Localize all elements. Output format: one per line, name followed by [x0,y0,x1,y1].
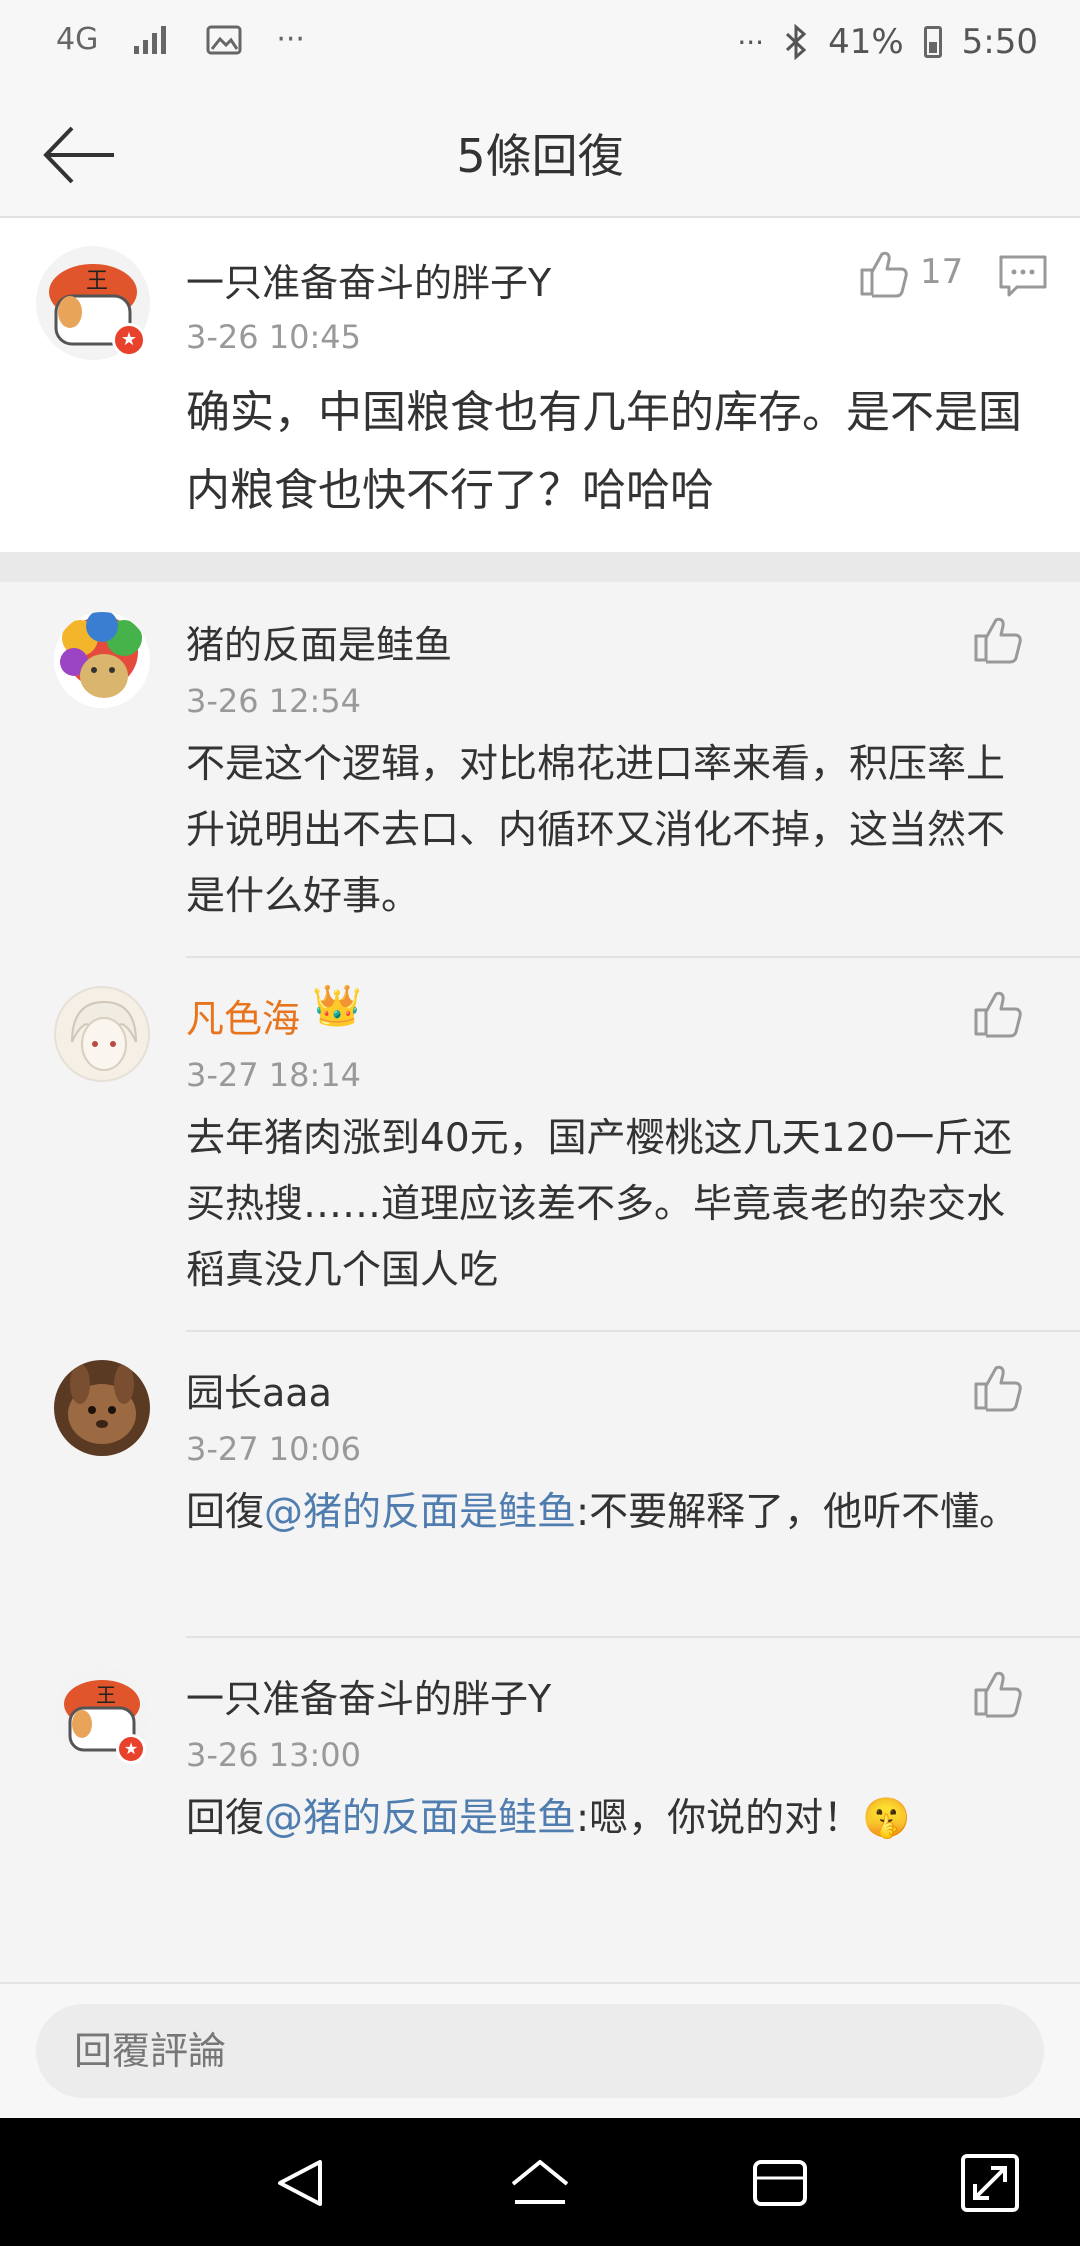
avatar[interactable] [54,986,150,1082]
crown-badge-icon: 👑 [312,983,362,1029]
reply-prefix: 回復 [186,1796,265,1841]
svg-text:王: 王 [86,269,108,294]
reply-icon[interactable] [996,248,1050,302]
clock: 5:50 [961,22,1038,62]
like-icon[interactable] [856,246,910,300]
reply-text: 回復@猪的反面是鲑鱼:不要解释了，他听不懂。 [186,1480,1036,1546]
network-indicator: 4G [56,22,99,57]
avatar[interactable] [54,612,150,708]
like-icon[interactable] [970,1666,1024,1720]
reply-input-bar: 回覆評論 [0,1982,1080,2118]
reply-text: 不是这个逻辑，对比棉花进口率来看，积压率上升说明出不去口、内循环又消化不掉，这当… [186,742,1006,919]
shush-emoji-icon: 🤫 [862,1796,911,1841]
home-icon[interactable] [505,2148,575,2218]
back-icon[interactable] [266,2148,336,2218]
avatar[interactable] [54,1360,150,1456]
reply-text: 回復@猪的反面是鲑鱼:嗯，你说的对！🤫 [186,1786,1036,1852]
comment-author[interactable]: 一只准备奋斗的胖子Y [186,252,551,307]
reply-content: :嗯，你说的对！ [576,1796,863,1841]
reply-input[interactable]: 回覆評論 [36,2004,1044,2098]
bluetooth-icon [786,24,807,60]
reply-author[interactable]: 园长aaa [186,1362,332,1417]
verified-badge-icon: ★ [112,323,146,357]
more-icon: ··· [276,22,305,57]
recent-apps-icon[interactable] [745,2148,815,2218]
expand-icon[interactable] [955,2148,1025,2218]
reply-list: 猪的反面是鲑鱼 3-26 12:54 不是这个逻辑，对比棉花进口率来看，积压率上… [0,582,1080,1982]
reply-author[interactable]: 猪的反面是鲑鱼 [186,614,452,669]
reply-content: :不要解释了，他听不懂。 [576,1490,1019,1535]
reply-time: 3-27 10:06 [186,1430,362,1468]
page-title: 5條回復 [456,129,624,183]
divider [186,1330,1080,1332]
reply-text: 去年猪肉涨到40元，国产樱桃这几天120一斤还买热搜……道理应该差不多。毕竟袁老… [186,1116,1013,1293]
main-comment: 王 ★ 一只准备奋斗的胖子Y 3-26 10:45 17 确实，中国粮食也有几年… [0,218,1080,552]
reply-time: 3-26 12:54 [186,682,362,720]
comment-text: 确实，中国粮食也有几年的库存。是不是国内粮食也快不行了？哈哈哈 [186,387,1022,516]
divider [186,956,1080,958]
more-icon: ··· [737,25,765,59]
battery-percent: 41% [828,22,904,62]
mention-link[interactable]: @猪的反面是鲑鱼 [264,1490,576,1535]
divider [186,1636,1080,1638]
section-divider [0,552,1080,582]
reply-prefix: 回復 [186,1490,265,1535]
verified-badge-icon: ★ [116,1734,146,1764]
signal-icon [134,25,167,54]
reply-time: 3-26 13:00 [186,1736,362,1774]
like-count: 17 [920,252,964,292]
reply-author[interactable]: 凡色海 [186,988,300,1043]
like-icon[interactable] [970,1360,1024,1414]
svg-text:王: 王 [96,1683,116,1707]
reply-time: 3-27 18:14 [186,1056,362,1094]
comment-time: 3-26 10:45 [186,318,362,356]
mention-link[interactable]: @猪的反面是鲑鱼 [264,1796,576,1841]
system-nav-bar [0,2118,1080,2246]
reply-author[interactable]: 一只准备奋斗的胖子Y [186,1668,551,1723]
battery-icon [923,26,942,58]
status-bar: 4G ··· ··· 41% 5:50 [0,0,1080,92]
like-icon[interactable] [970,612,1024,666]
header: 5條回復 [0,92,1080,218]
like-icon[interactable] [970,986,1024,1040]
image-icon [206,25,242,54]
